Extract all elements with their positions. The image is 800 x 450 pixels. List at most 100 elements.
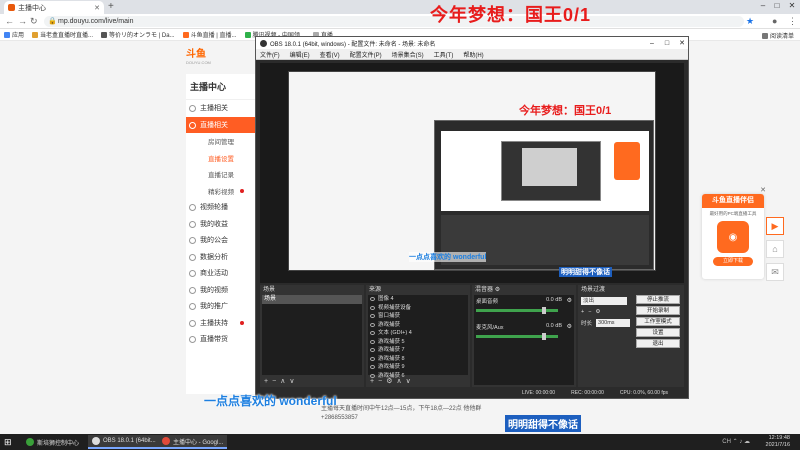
task-item[interactable]: 主播中心 - Googl... (158, 435, 228, 449)
windows-start-icon[interactable]: ⊞ (4, 437, 12, 448)
sidebar-item[interactable]: 直播记录 (186, 166, 256, 183)
home-icon[interactable]: ⌂ (766, 240, 784, 258)
exit-button[interactable]: 退出 (636, 339, 680, 348)
menu-tools[interactable]: 工具(T) (434, 50, 454, 59)
up-icon[interactable]: ∧ (280, 377, 285, 385)
menu-view[interactable]: 查看(V) (320, 50, 340, 59)
menu-dots-icon[interactable]: ⋮ (788, 16, 797, 27)
sidebar-item[interactable]: 我的收益 (186, 216, 256, 233)
visibility-eye-icon[interactable] (370, 331, 375, 336)
gear-icon[interactable]: ⚙ (595, 309, 600, 315)
sidebar-item[interactable]: 直播设置 (186, 150, 256, 167)
bookmark-item[interactable]: 等价リ的オンラモ | Da... (101, 30, 175, 39)
sidebar-item[interactable]: 直播相关 (186, 116, 256, 133)
remove-icon[interactable]: − (378, 378, 382, 385)
visibility-eye-icon[interactable] (370, 348, 375, 353)
task-item[interactable]: OBS 18.0.1 (64bit... (88, 435, 160, 449)
source-item[interactable]: 文本 (GDI+) 4 (368, 329, 468, 338)
visibility-eye-icon[interactable] (370, 305, 375, 310)
sidebar-icon (189, 253, 196, 261)
menu-help[interactable]: 帮助(H) (463, 50, 483, 59)
task-item[interactable]: 斯培狮控制中心 (22, 435, 83, 449)
scene-item[interactable]: 场景 (262, 295, 362, 304)
visibility-eye-icon[interactable] (370, 365, 375, 370)
start-recording-button[interactable]: 开始录制 (636, 306, 680, 315)
visibility-eye-icon[interactable] (370, 322, 375, 327)
source-item[interactable]: 游戏捕获 9 (368, 363, 468, 372)
duration-input[interactable]: 300ms (596, 319, 631, 327)
source-item[interactable]: 窗口捕获 (368, 312, 468, 321)
sidebar-item[interactable]: 精彩视频 (186, 183, 256, 200)
play-icon[interactable]: ▶ (766, 217, 784, 235)
remove-icon[interactable]: − (588, 309, 591, 315)
minimize-window-button[interactable]: – (756, 0, 770, 12)
bookmark-item[interactable]: 斗鱼直播 | 直播... (182, 30, 237, 39)
sidebar-item[interactable]: 房间管理 (186, 133, 256, 150)
profile-icon[interactable]: ● (772, 16, 777, 26)
source-item[interactable]: 视频捕获设备 (368, 304, 468, 313)
obs-maximize-button[interactable]: □ (661, 40, 673, 47)
feedback-icon[interactable]: ✉ (766, 263, 784, 281)
close-icon[interactable]: ✕ (760, 186, 766, 194)
close-tab-icon[interactable]: ✕ (94, 4, 100, 12)
volume-slider[interactable] (542, 333, 546, 340)
system-clock[interactable]: 12:19:48 2021/7/16 (766, 435, 790, 449)
source-item[interactable]: 图像 4 (368, 295, 468, 304)
visibility-eye-icon[interactable] (370, 297, 375, 302)
browser-tab[interactable]: 主播中心 ✕ (4, 1, 104, 14)
obs-close-button[interactable]: ✕ (676, 39, 688, 47)
gear-icon[interactable]: ⚙ (386, 377, 392, 385)
source-item[interactable]: 游戏捕获 7 (368, 346, 468, 355)
download-button[interactable]: 立即下载 (713, 257, 753, 266)
address-bar[interactable]: 🔒 mp.douyu.com/live/main (44, 16, 744, 27)
obs-preview[interactable]: 今年梦想：国王0/1 一点点喜欢的 wonderful 明明甜得不像话 (260, 63, 684, 283)
menu-scene-collection[interactable]: 场景集合(S) (392, 50, 424, 59)
visibility-eye-icon[interactable] (370, 339, 375, 344)
source-item[interactable]: 游戏捕获 5 (368, 338, 468, 347)
forward-button[interactable]: → (18, 16, 27, 26)
add-icon[interactable]: + (581, 309, 584, 315)
sidebar-item[interactable]: 直播带货 (186, 331, 256, 348)
visibility-eye-icon[interactable] (370, 314, 375, 319)
sidebar-item[interactable]: 视频轮播 (186, 199, 256, 216)
stop-streaming-button[interactable]: 停止推流 (636, 295, 680, 304)
menu-edit[interactable]: 编辑(E) (290, 50, 310, 59)
bookmark-item[interactable]: 应用 (4, 30, 24, 39)
bookmark-item[interactable]: 当老盒直播时直播... (32, 30, 93, 39)
bookmark-star-icon[interactable]: ★ (746, 16, 754, 27)
sidebar-item[interactable]: 主播扶持 (186, 315, 256, 332)
visibility-eye-icon[interactable] (370, 356, 375, 361)
down-icon[interactable]: ∨ (406, 377, 411, 385)
up-icon[interactable]: ∧ (396, 377, 401, 385)
maximize-window-button[interactable]: □ (770, 0, 784, 12)
add-icon[interactable]: + (264, 378, 268, 385)
sidebar-item[interactable]: 我的公会 (186, 232, 256, 249)
new-tab-button[interactable]: + (108, 1, 114, 12)
transition-select[interactable]: 淡出 (581, 297, 627, 305)
gear-icon[interactable]: ⚙ (495, 287, 500, 293)
down-icon[interactable]: ∨ (289, 377, 294, 385)
system-tray-icons[interactable]: CH ⌃ ♪ ☁ (722, 438, 750, 445)
sidebar-item[interactable]: 商业活动 (186, 265, 256, 282)
remove-icon[interactable]: − (272, 378, 276, 385)
obs-minimize-button[interactable]: – (646, 40, 658, 47)
menu-profile[interactable]: 配置文件(P) (350, 50, 382, 59)
reload-button[interactable]: ↻ (30, 16, 38, 27)
source-item[interactable]: 游戏捕获 (368, 321, 468, 330)
sidebar-item[interactable]: 主播相关 (186, 100, 256, 117)
back-button[interactable]: ← (5, 16, 14, 26)
studio-mode-button[interactable]: 工作室模式 (636, 317, 680, 326)
reading-list[interactable]: 阅读清单 (761, 31, 794, 40)
menu-file[interactable]: 文件(F) (260, 50, 280, 59)
add-icon[interactable]: + (370, 378, 374, 385)
sidebar-item[interactable]: 数据分析 (186, 249, 256, 266)
douyu-logo[interactable]: 斗鱼 DOUYU.COM (186, 45, 226, 67)
sidebar-item[interactable]: 我的视频 (186, 282, 256, 299)
gear-icon[interactable]: ⚙ (567, 323, 572, 330)
gear-icon[interactable]: ⚙ (567, 297, 572, 304)
volume-slider[interactable] (542, 307, 546, 314)
close-window-button[interactable]: ✕ (785, 0, 799, 12)
source-item[interactable]: 游戏捕获 8 (368, 355, 468, 364)
settings-button[interactable]: 设置 (636, 328, 680, 337)
sidebar-item[interactable]: 我的推广 (186, 298, 256, 315)
